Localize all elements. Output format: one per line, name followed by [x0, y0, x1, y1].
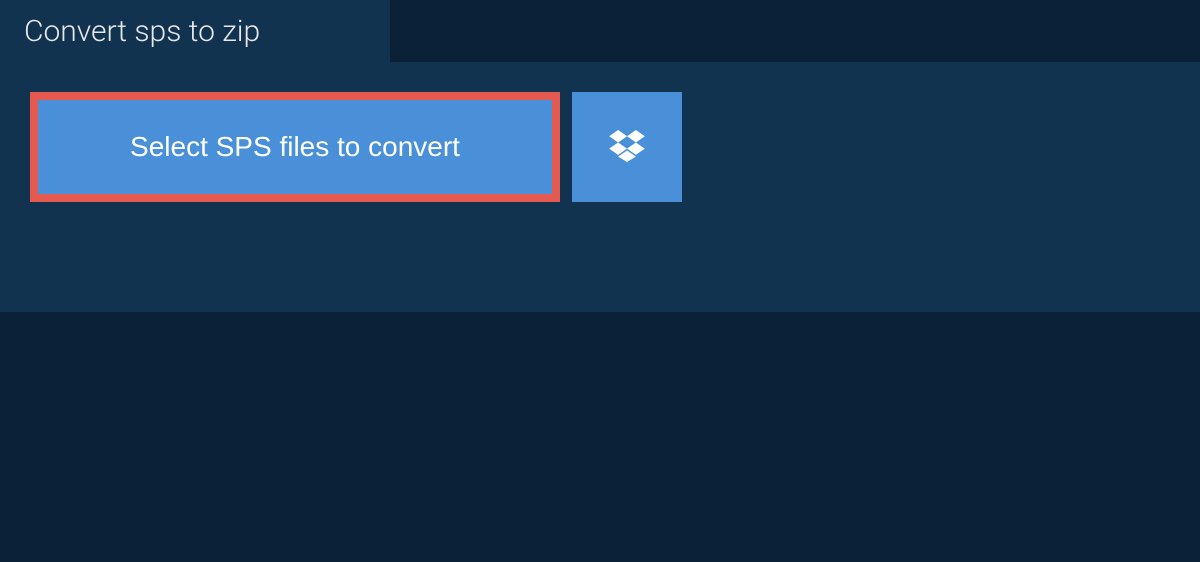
select-files-label: Select SPS files to convert — [130, 131, 460, 163]
dropbox-icon — [609, 130, 645, 165]
dropbox-button[interactable] — [572, 92, 682, 202]
tab-convert[interactable]: Convert sps to zip — [0, 0, 390, 62]
select-files-button[interactable]: Select SPS files to convert — [30, 92, 560, 202]
converter-panel: Convert sps to zip Select SPS files to c… — [0, 62, 1200, 312]
tab-title: Convert sps to zip — [24, 14, 260, 49]
actions-row: Select SPS files to convert — [0, 62, 1200, 232]
